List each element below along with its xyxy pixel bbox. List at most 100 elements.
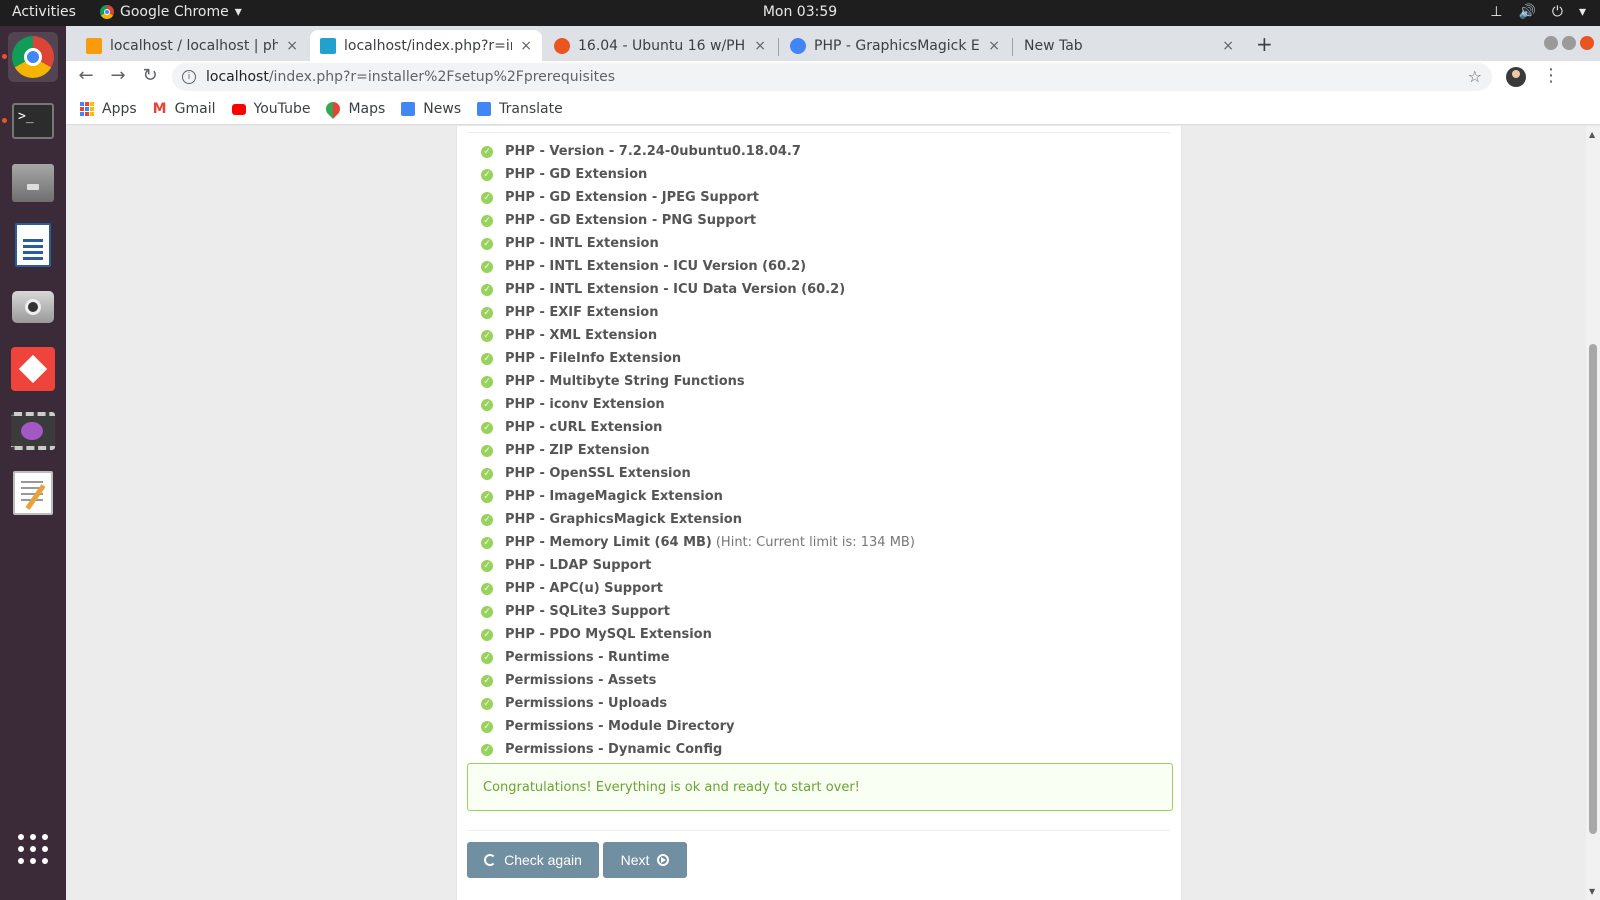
list-item: ✓ PHP - PDO MySQL Extension [481,623,915,646]
text-editor-icon [13,471,53,515]
bookmark-apps[interactable]: Apps [80,101,137,117]
list-item: ✓ PHP - GD Extension - JPEG Support [481,186,915,209]
bookmarks-bar: Apps M Gmail YouTube Maps News Translate [66,94,1600,125]
address-bar[interactable]: i localhost/index.php?r=installer%2Fsetu… [172,63,1492,91]
bookmark-maps[interactable]: Maps [323,99,385,119]
list-item: ✓ Permissions - Dynamic Config [481,738,915,761]
window-close-button[interactable] [1580,36,1594,50]
clock[interactable]: Mon 03:59 [763,4,837,20]
tab-title: localhost/index.php?r=ins [344,37,513,54]
minimize-button[interactable] [1544,36,1558,50]
profile-avatar[interactable] [1506,67,1526,87]
power-icon[interactable]: ⏻ [1552,4,1563,20]
scroll-down-icon[interactable]: ▼ [1589,887,1595,896]
volume-icon[interactable]: 🔊 [1518,4,1535,20]
check-circle-icon: ✓ [481,168,493,181]
list-item: ✓ Permissions - Runtime [481,646,915,669]
dock-text-editor[interactable] [8,468,58,518]
close-icon[interactable]: × [520,38,532,54]
bookmark-label: Gmail [174,101,216,117]
browser-toolbar: ← → ↻ i localhost/index.php?r=installer%… [66,61,1600,94]
app-menu[interactable]: Google Chrome ▾ [100,4,242,20]
back-button[interactable]: ← [74,65,98,86]
list-item: ✓ PHP - FileInfo Extension [481,347,915,370]
check-again-button[interactable]: Check again [467,842,599,878]
next-label: Next [620,852,650,868]
close-icon[interactable]: × [1222,38,1234,54]
requirement-label: PHP - XML Extension [505,328,658,343]
close-icon[interactable]: × [754,38,766,54]
bookmark-label: Apps [102,101,137,117]
chevron-down-icon[interactable]: ▾ [1579,4,1586,20]
requirement-label: PHP - Multibyte String Functions [505,374,745,389]
bookmark-translate[interactable]: Translate [477,101,563,117]
requirement-label: Permissions - Module Directory [505,719,735,734]
requirement-label: PHP - PDO MySQL Extension [505,627,712,642]
tab-localhost-installer[interactable]: localhost/index.php?r=ins × [310,30,542,61]
dock-camera[interactable] [8,282,58,332]
forward-button[interactable]: → [106,65,130,86]
dock-anydesk[interactable] [8,344,58,394]
tab-title: 16.04 - Ubuntu 16 w/PHP7 [578,37,747,54]
divider [467,132,1171,133]
bookmark-label: Translate [499,101,563,117]
close-icon[interactable]: × [286,38,298,54]
dock-writer[interactable] [8,220,58,270]
url-text[interactable]: localhost/index.php?r=installer%2Fsetup%… [206,69,615,85]
list-item: ✓ PHP - cURL Extension [481,416,915,439]
bookmark-news[interactable]: News [401,101,461,117]
tab-title: PHP - GraphicsMagick Ext [814,37,981,54]
check-circle-icon: ✓ [481,559,493,572]
scrollbar-thumb[interactable] [1589,344,1597,834]
close-icon[interactable]: × [988,38,1000,54]
site-info-icon[interactable]: i [182,70,196,84]
dock-terminal[interactable]: >_ [2,96,58,146]
requirement-label: PHP - GraphicsMagick Extension [505,512,742,527]
tab-graphicsmagick[interactable]: PHP - GraphicsMagick Ext × [780,30,1010,61]
tab-new-tab[interactable]: New Tab × [1014,30,1244,61]
requirement-label: PHP - Memory Limit (64 MB) [505,535,712,550]
bookmark-youtube[interactable]: YouTube [231,101,310,117]
list-item: ✓ PHP - XML Extension [481,324,915,347]
check-circle-icon: ✓ [481,536,493,549]
check-circle-icon: ✓ [481,697,493,710]
maximize-button[interactable] [1562,36,1576,50]
tab-strip: localhost / localhost | php × localhost/… [66,26,1600,61]
check-circle-icon: ✓ [481,237,493,250]
bookmark-star-icon[interactable]: ☆ [1468,67,1482,86]
page-scrollbar[interactable]: ▲ ▼ [1586,126,1600,900]
next-button[interactable]: Next [603,842,687,878]
tab-askubuntu[interactable]: 16.04 - Ubuntu 16 w/PHP7 × [544,30,776,61]
check-circle-icon: ✓ [481,651,493,664]
running-indicator [2,54,7,59]
requirement-label: Permissions - Runtime [505,650,670,665]
requirement-label: PHP - GD Extension [505,167,648,182]
phpmyadmin-icon [86,37,102,54]
requirement-label: PHP - GD Extension - PNG Support [505,213,757,228]
check-circle-icon: ✓ [481,329,493,342]
system-tray[interactable]: ⊥ 🔊 ⏻ ▾ [1490,4,1586,20]
activities-button[interactable]: Activities [12,4,76,20]
check-again-label: Check again [504,852,582,868]
network-icon[interactable]: ⊥ [1490,4,1502,20]
chrome-icon [100,5,114,19]
running-indicator [2,118,7,123]
requirement-label: PHP - SQLite3 Support [505,604,670,619]
bookmark-gmail[interactable]: M Gmail [153,101,216,117]
dock-video[interactable] [8,406,58,456]
reload-button[interactable]: ↻ [138,65,162,86]
show-apps-icon[interactable] [18,834,48,864]
requirement-label: PHP - INTL Extension - ICU Version (60.2… [505,259,807,274]
new-tab-button[interactable]: + [1256,32,1273,56]
video-icon [11,412,55,450]
tab-phpmyadmin[interactable]: localhost / localhost | php × [76,30,308,61]
scroll-up-icon[interactable]: ▲ [1589,130,1595,139]
youtube-icon [231,103,246,115]
list-item: ✓ Permissions - Module Directory [481,715,915,738]
requirement-label: Permissions - Dynamic Config [505,742,723,757]
chrome-menu-icon[interactable]: ⋮ [1542,65,1560,86]
requirement-label: PHP - ZIP Extension [505,443,650,458]
list-item: ✓ PHP - LDAP Support [481,554,915,577]
dock-files[interactable] [8,158,58,208]
dock-chrome[interactable] [2,32,58,82]
